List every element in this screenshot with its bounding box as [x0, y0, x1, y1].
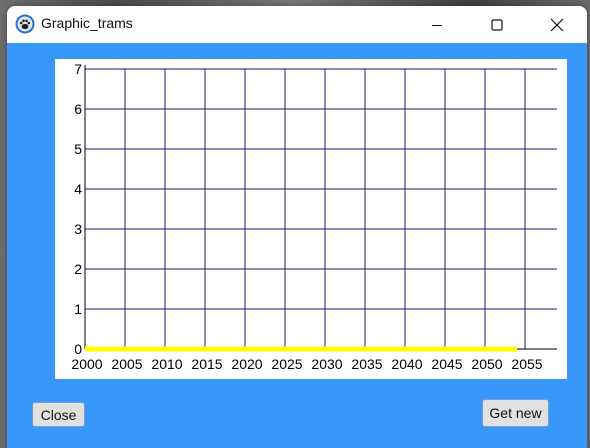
line-chart: 0 1 2 3 4 5 6 7 2000 2005 2010 2015 2020 2025 2030 2035…	[71, 61, 557, 372]
y-tick-label: 2	[74, 261, 82, 277]
x-tick-label: 2010	[151, 356, 182, 372]
x-tick-label: 2000	[71, 356, 102, 372]
y-tick-label: 3	[74, 221, 82, 237]
y-tick-label: 6	[74, 101, 82, 117]
app-window: Graphic_trams 0 1 2 3 4 5 6 7 2000 2005 2010 2015 20…	[7, 6, 587, 448]
x-tick-label: 2030	[311, 356, 342, 372]
x-tick-label: 2015	[191, 356, 222, 372]
maximize-icon	[491, 18, 503, 31]
title-bar: Graphic_trams	[7, 6, 587, 43]
x-tick-label: 2035	[351, 356, 382, 372]
close-button[interactable]: Close	[32, 402, 85, 427]
chart-panel: 0 1 2 3 4 5 6 7 2000 2005 2010 2015 2020 2025 2030 2035…	[55, 59, 567, 379]
x-tick-label: 2025	[271, 356, 302, 372]
maximize-button[interactable]	[474, 6, 520, 43]
paw-icon	[15, 14, 35, 34]
y-tick-label: 4	[74, 181, 82, 197]
minimize-icon	[432, 24, 442, 26]
y-tick-label: 0	[74, 341, 82, 357]
x-tick-label: 2040	[391, 356, 422, 372]
minimize-button[interactable]	[414, 6, 460, 43]
x-tick-label: 2020	[231, 356, 262, 372]
x-tick-label: 2055	[511, 356, 542, 372]
x-tick-label: 2050	[471, 356, 502, 372]
window-title: Graphic_trams	[41, 15, 133, 31]
get-new-button[interactable]: Get new	[482, 399, 549, 427]
x-tick-label: 2045	[431, 356, 462, 372]
y-tick-label: 1	[74, 301, 82, 317]
y-tick-label: 5	[74, 141, 82, 157]
y-tick-label: 7	[74, 61, 82, 77]
close-window-button[interactable]	[534, 6, 580, 43]
close-icon	[550, 18, 564, 31]
x-tick-label: 2005	[111, 356, 142, 372]
